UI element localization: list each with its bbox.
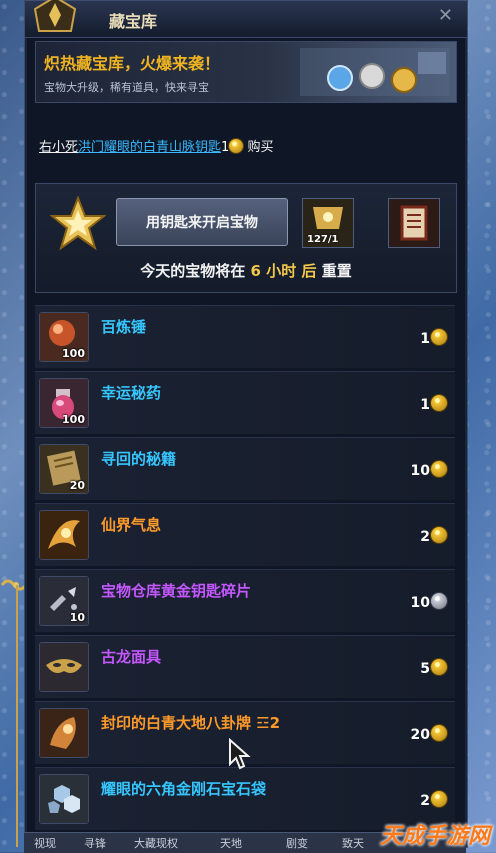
reset-prefix: 今天的宝物将在 — [140, 262, 246, 280]
treasure-scroll-icon — [389, 199, 439, 247]
hammer-icon: 100 — [39, 312, 89, 362]
item-price[interactable]: 2 — [420, 527, 447, 545]
tab-4[interactable]: 剧变 — [286, 835, 308, 851]
item-price[interactable]: 10 — [411, 593, 447, 611]
key-qty: 1 — [221, 140, 230, 155]
scroll-icon: 20 — [39, 444, 89, 494]
list-item[interactable]: 20 寻回的秘籍 10 — [35, 437, 455, 500]
reset-hours: 6 — [250, 262, 261, 280]
gold-coin-icon — [431, 329, 447, 345]
list-item[interactable]: 100 百炼锤 1 — [35, 305, 455, 368]
item-price[interactable]: 1 — [420, 329, 447, 347]
reset-timer-text: 今天的宝物将在 6 小时 后 重置 — [36, 260, 456, 281]
list-item[interactable]: 100 幸运秘药 1 — [35, 371, 455, 434]
item-price[interactable]: 20 — [411, 725, 447, 743]
watermark-text: 天成手游网 — [379, 824, 490, 849]
item-price[interactable]: 10 — [411, 461, 447, 479]
list-item[interactable]: 仙界气息 2 — [35, 503, 455, 566]
potion-icon: 100 — [39, 378, 89, 428]
reset-suffix: 重置 — [321, 262, 352, 280]
item-name: 耀眼的六角金刚石宝石袋 — [101, 780, 267, 798]
gem-bag-icon — [39, 774, 89, 824]
item-price[interactable]: 2 — [420, 791, 447, 809]
gold-coin-icon — [431, 659, 447, 675]
aura-icon — [39, 510, 89, 560]
window-title: 藏宝库 — [109, 12, 158, 31]
treasure-art-icon — [300, 48, 450, 96]
gold-coin-icon — [229, 139, 244, 153]
talisman-icon — [39, 708, 89, 758]
rope-ornament-icon — [0, 579, 26, 591]
rope-line — [16, 585, 18, 847]
mask-icon — [39, 642, 89, 692]
gold-coin-icon — [431, 461, 447, 477]
item-name: 百炼锤 — [101, 318, 147, 336]
tab-0[interactable]: 视现 — [34, 835, 56, 851]
reset-after: 后 — [301, 262, 317, 280]
key-slot-count: 127/1 — [307, 234, 339, 245]
list-item[interactable]: 10 宝物仓库黄金钥匙碎片 10 — [35, 569, 455, 632]
treasure-vault-window: 藏宝库 ✕ 炽热藏宝库，火爆来袭！ 宝物大升级，稀有道具，快来寻宝 右小死洪门耀… — [24, 0, 468, 848]
event-banner[interactable]: 炽热藏宝库，火爆来袭！ 宝物大升级，稀有道具，快来寻宝 — [35, 41, 457, 103]
key-fragment-icon: 10 — [39, 576, 89, 626]
silver-coin-icon — [431, 593, 447, 609]
banner-subtitle: 宝物大升级，稀有道具，快来寻宝 — [44, 81, 209, 94]
gold-coin-icon — [431, 527, 447, 543]
item-name: 封印的白青大地八卦牌 ☲2 — [101, 714, 281, 732]
gold-coin-icon — [431, 791, 447, 807]
titlebar: 藏宝库 ✕ — [25, 0, 467, 38]
item-price[interactable]: 1 — [420, 395, 447, 413]
item-name: 仙界气息 — [101, 516, 162, 534]
close-icon[interactable]: ✕ — [438, 7, 453, 25]
tab-1[interactable]: 寻锋 — [84, 835, 106, 851]
item-price[interactable]: 5 — [420, 659, 447, 677]
open-treasure-section: 用钥匙来开启宝物 127/1 今天的宝物将在 6 小时 后 重置 — [35, 183, 457, 293]
mouse-cursor-icon — [229, 738, 251, 770]
key-slot[interactable]: 127/1 — [302, 198, 354, 248]
key-item-link[interactable]: 洪门耀眼的白青山脉钥匙 — [78, 140, 221, 155]
reset-unit: 小时 — [266, 262, 297, 280]
scroll-slot[interactable] — [388, 198, 440, 248]
item-name: 古龙面具 — [101, 648, 162, 666]
item-name: 幸运秘药 — [101, 384, 162, 402]
buy-key-line: 右小死洪门耀眼的白青山脉钥匙1 购买 — [39, 136, 273, 155]
player-name-link[interactable]: 右小死 — [39, 140, 78, 155]
gold-coin-icon — [431, 395, 447, 411]
tab-3[interactable]: 天地 — [220, 835, 242, 851]
item-name: 寻回的秘籍 — [101, 450, 177, 468]
star-badge-icon — [50, 196, 106, 251]
gold-coin-icon — [431, 725, 447, 741]
banner-headline: 炽热藏宝库，火爆来袭！ — [44, 54, 221, 73]
tab-2[interactable]: 大藏现权 — [134, 835, 178, 851]
buy-label[interactable]: 购买 — [247, 140, 273, 155]
vault-emblem-icon — [33, 0, 77, 32]
tab-5[interactable]: 致天 — [342, 835, 364, 851]
list-item[interactable]: 古龙面具 5 — [35, 635, 455, 698]
open-with-key-button[interactable]: 用钥匙来开启宝物 — [116, 198, 288, 246]
item-name: 宝物仓库黄金钥匙碎片 — [101, 582, 252, 600]
